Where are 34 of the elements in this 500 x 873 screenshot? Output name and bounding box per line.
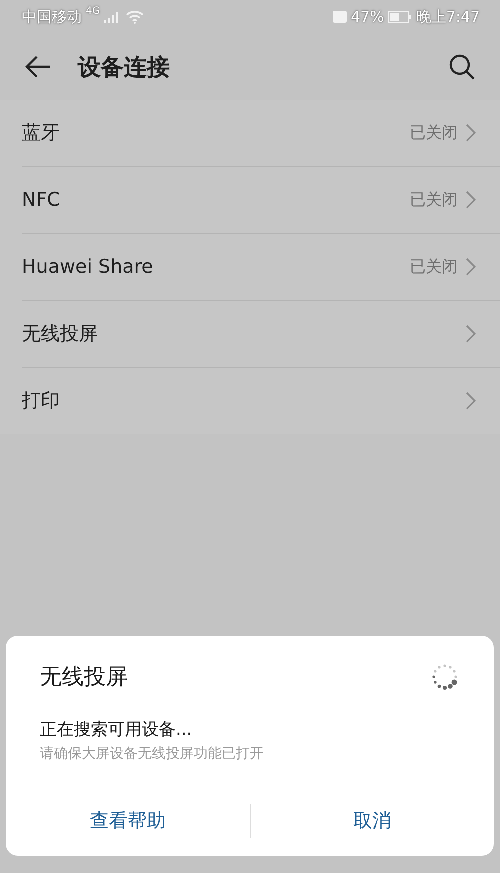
row-label: NFC (22, 189, 60, 211)
settings-row[interactable]: 打印 (22, 368, 500, 434)
chevron-right-icon (466, 191, 476, 209)
loading-spinner-icon (430, 662, 460, 692)
chevron-right-icon (466, 325, 476, 343)
carrier-text: 中国移动 (22, 8, 82, 26)
battery-percent-text: 47% (350, 8, 384, 26)
row-status: 已关闭 (410, 256, 458, 278)
dialog-button[interactable]: 取消 (250, 800, 494, 842)
wifi-icon (126, 10, 144, 24)
settings-row[interactable]: Huawei Share 已关闭 (22, 234, 500, 301)
network-type-text: 4G (86, 6, 100, 17)
settings-row[interactable]: 蓝牙 已关闭 (22, 100, 500, 167)
row-status: 已关闭 (410, 122, 458, 144)
chevron-right-icon (466, 258, 476, 276)
chevron-right-icon (466, 124, 476, 142)
row-status: 已关闭 (410, 190, 458, 210)
row-label: 无线投屏 (22, 322, 98, 347)
dialog-hint: 请确保大屏设备无线投屏功能已打开 (40, 745, 265, 763)
page-title: 设备连接 (78, 54, 170, 82)
battery-icon (388, 11, 412, 23)
time-text: 晚上7:47 (416, 8, 480, 26)
row-label: Huawei Share (22, 256, 154, 278)
dialog-button[interactable]: 查看帮助 (6, 800, 250, 842)
settings-row[interactable]: 无线投屏 (22, 301, 500, 368)
dialog-message: 正在搜索可用设备... (40, 719, 194, 741)
dialog-title: 无线投屏 (40, 664, 128, 692)
back-arrow-icon[interactable] (24, 55, 52, 79)
chevron-right-icon (466, 392, 476, 410)
row-label: 打印 (22, 389, 60, 414)
signal-icon (104, 12, 118, 22)
row-label: 蓝牙 (22, 121, 60, 146)
settings-row[interactable]: NFC 已关闭 (22, 167, 500, 234)
search-icon[interactable] (448, 53, 476, 81)
